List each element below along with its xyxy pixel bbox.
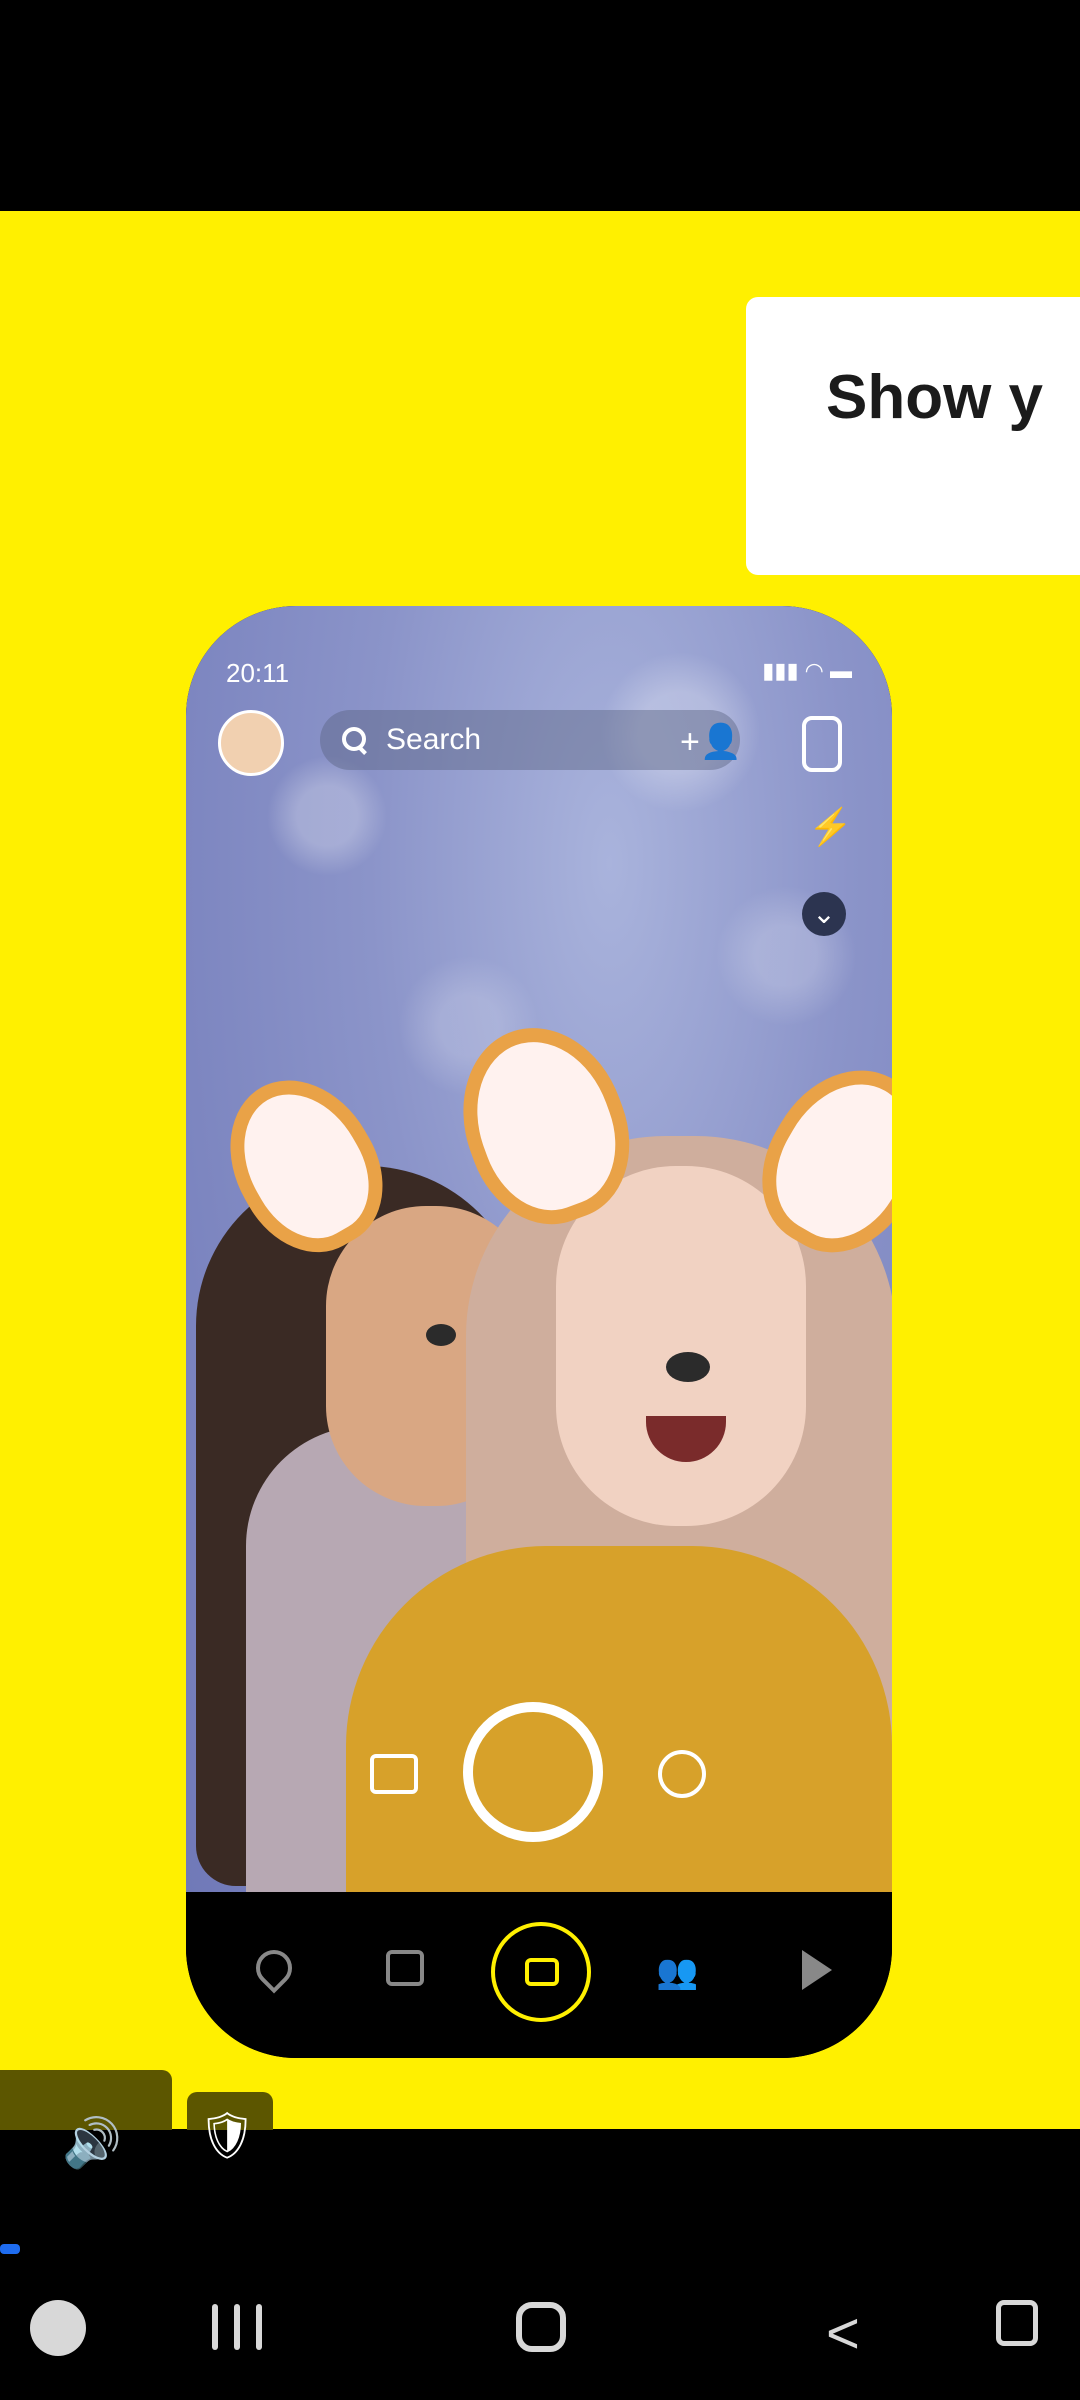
search-label: Search — [386, 723, 482, 756]
shutter-button[interactable] — [463, 1702, 603, 1842]
phone-mockup: 20:11 ▮▮▮ ◠ ▬ Search +👤 ⚡ ⌄ 👥 — [186, 606, 892, 2058]
volume-icon[interactable]: 🔊 — [62, 2114, 122, 2171]
promo-card — [746, 297, 1080, 575]
video-progress[interactable] — [0, 2244, 20, 2254]
accessibility-icon[interactable] — [996, 2300, 1038, 2346]
dog-nose-left — [426, 1324, 456, 1346]
search-bar[interactable]: Search — [320, 710, 740, 770]
chevron-down-icon[interactable]: ⌄ — [802, 892, 846, 936]
camera-icon — [525, 1958, 559, 1986]
flip-camera-icon[interactable] — [802, 716, 842, 772]
home-icon[interactable] — [516, 2302, 566, 2352]
discover-icon[interactable] — [802, 1950, 832, 1990]
flash-icon[interactable]: ⚡ — [808, 806, 853, 848]
add-friend-icon[interactable]: +👤 — [680, 722, 742, 761]
game-controller-icon[interactable] — [30, 2300, 86, 2356]
shield-hand-icon[interactable]: 🛡 — [198, 2108, 256, 2163]
chat-icon[interactable] — [386, 1950, 424, 1986]
bottom-nav: 👥 — [186, 1892, 892, 2058]
search-icon — [340, 725, 370, 755]
back-icon[interactable]: < — [826, 2300, 860, 2367]
memories-icon[interactable] — [370, 1754, 418, 1794]
promo-text: Show y — [826, 363, 1044, 432]
dog-nose-right — [666, 1352, 710, 1382]
status-icons: ▮▮▮ ◠ ▬ — [762, 658, 852, 683]
person-right-body — [346, 1546, 892, 1892]
lens-icon[interactable] — [658, 1750, 706, 1798]
person-right-face — [556, 1166, 806, 1526]
avatar-icon[interactable] — [218, 710, 284, 776]
map-icon[interactable] — [248, 1942, 300, 1994]
recent-apps-icon[interactable] — [212, 2304, 262, 2350]
camera-tab[interactable] — [491, 1922, 591, 2022]
status-time: 20:11 — [226, 658, 290, 688]
friends-icon[interactable]: 👥 — [656, 1952, 698, 1992]
